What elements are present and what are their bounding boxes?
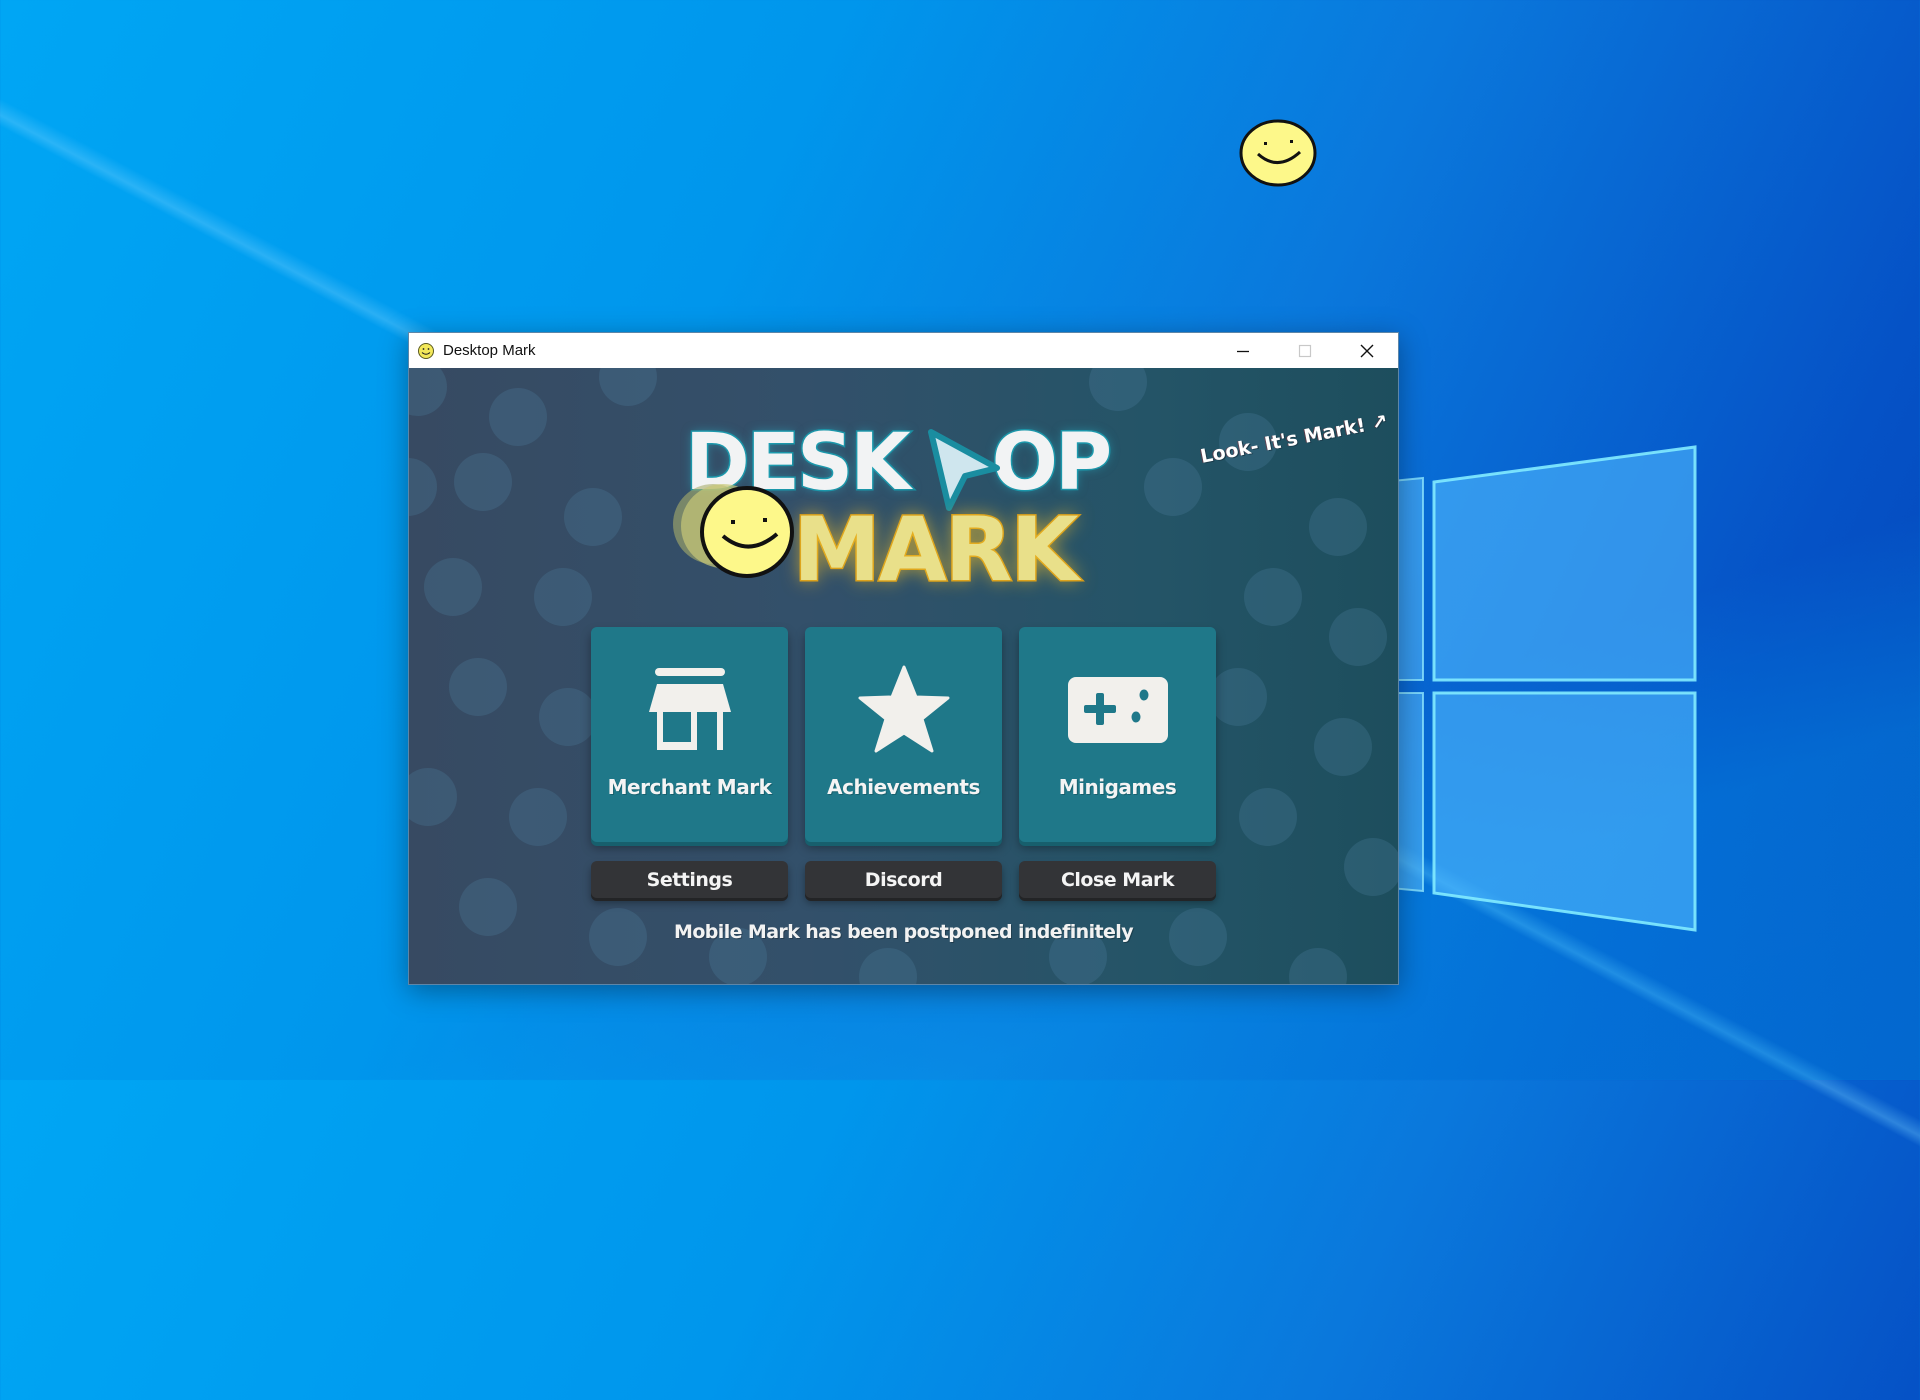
app-content: Look- It's Mark! ↗ DESK OP MARK Merchant… xyxy=(409,368,1398,984)
bg-dot xyxy=(1329,608,1387,666)
bg-dot xyxy=(409,458,437,516)
bg-dot xyxy=(509,788,567,846)
close-button[interactable] xyxy=(1336,333,1398,368)
minimize-icon xyxy=(1237,350,1249,352)
bg-dot xyxy=(1314,718,1372,776)
bg-dot xyxy=(859,948,917,984)
footer-notice: Mobile Mark has been postponed indefinit… xyxy=(674,921,1134,943)
minimize-button[interactable] xyxy=(1212,333,1274,368)
close-icon xyxy=(1360,344,1374,357)
logo-mark-word: MARK xyxy=(792,497,1081,603)
logo-op-text: OP xyxy=(990,417,1114,510)
bg-dot xyxy=(489,388,547,446)
discord-button[interactable]: Discord xyxy=(805,861,1002,898)
bg-dot xyxy=(1209,668,1267,726)
settings-button[interactable]: Settings xyxy=(591,861,788,898)
bg-dot xyxy=(599,368,657,406)
bg-dot xyxy=(454,453,512,511)
desktop-mark-window: Desktop Mark Look- It's Mark! ↗ DESK OP … xyxy=(408,332,1399,985)
mark-smiley-logo-icon xyxy=(673,484,794,578)
minigames-label: Minigames xyxy=(1058,775,1177,799)
close-mark-button[interactable]: Close Mark xyxy=(1019,861,1216,898)
window-title: Desktop Mark xyxy=(443,342,536,359)
bg-dot xyxy=(1244,568,1302,626)
merchant-mark-label: Merchant Mark xyxy=(607,775,772,799)
title-bar[interactable]: Desktop Mark xyxy=(409,333,1398,368)
bg-dot xyxy=(534,568,592,626)
achievements-card[interactable]: Achievements xyxy=(805,627,1002,842)
bg-dot xyxy=(1239,788,1297,846)
maximize-icon xyxy=(1298,344,1312,357)
achievements-label: Achievements xyxy=(827,775,980,799)
star-icon xyxy=(858,665,949,753)
bg-dot xyxy=(1289,948,1347,984)
bg-dot xyxy=(1344,838,1398,896)
bg-dot xyxy=(1309,498,1367,556)
maximize-button[interactable] xyxy=(1274,333,1336,368)
store-icon xyxy=(648,668,731,750)
bg-dot xyxy=(1089,368,1147,411)
gamepad-icon xyxy=(1067,677,1168,743)
bg-dot xyxy=(409,768,457,826)
bg-dot xyxy=(449,658,507,716)
bg-dot xyxy=(564,488,622,546)
bg-dot xyxy=(539,688,597,746)
desktop-mark-logo: DESK OP MARK xyxy=(671,412,1131,603)
merchant-mark-card[interactable]: Merchant Mark xyxy=(591,627,788,842)
bg-dot xyxy=(409,368,447,416)
minigames-card[interactable]: Minigames xyxy=(1019,627,1216,842)
mark-smiley-desktop[interactable] xyxy=(1238,118,1318,188)
app-smiley-icon xyxy=(418,342,434,359)
bg-dot xyxy=(424,558,482,616)
bg-dot xyxy=(1144,458,1202,516)
